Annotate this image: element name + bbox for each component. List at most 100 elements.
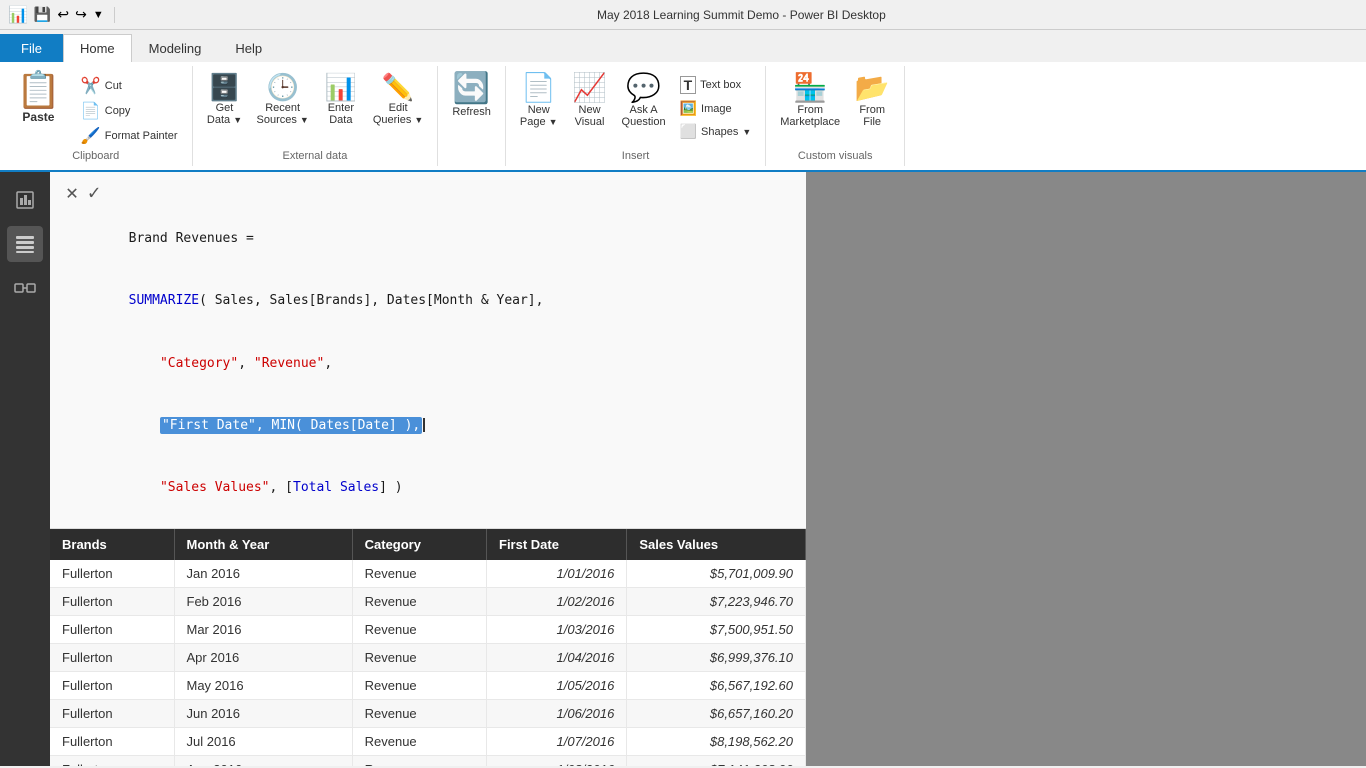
new-visual-icon: 📈 [572,74,607,102]
new-page-button[interactable]: 📄 NewPage ▼ [514,70,564,132]
undo-icon[interactable]: ↩ [57,6,69,23]
code-text-category: "Category" [160,356,238,371]
get-data-icon: 🗄️ [208,74,240,100]
edit-queries-label: EditQueries ▼ [373,102,424,126]
code-editor: ✕ ✓ Brand Revenues = SUMMARIZE( Sales, S… [50,172,806,529]
paste-button[interactable]: 📋 Paste [8,70,69,126]
text-box-button[interactable]: T Text box [674,74,758,96]
clipboard-items: 📋 Paste ✂️ Cut 📄 Copy 🖌️ Format Painter [8,66,184,148]
table-cell: Jun 2016 [174,699,352,727]
table-row: FullertonJul 2016Revenue1/07/2016$8,198,… [50,727,806,755]
table-cell: 1/03/2016 [487,615,627,643]
ribbon-group-refresh: 🔄 Refresh [438,66,506,166]
table-cell: Revenue [352,615,486,643]
table-cell: 1/01/2016 [487,560,627,588]
tab-file[interactable]: File [0,34,63,62]
text-box-icon: T [680,76,697,94]
cut-button[interactable]: ✂️ Cut [75,74,184,98]
content-area: ✕ ✓ Brand Revenues = SUMMARIZE( Sales, S… [50,172,806,766]
table-cell: $8,198,562.20 [627,727,806,755]
from-marketplace-button[interactable]: 🏪 FromMarketplace [774,70,846,132]
from-marketplace-icon: 🏪 [793,74,828,102]
table-cell: Revenue [352,560,486,588]
redo-icon[interactable]: ↪ [75,6,87,23]
from-file-label: FromFile [859,104,885,128]
image-label: Image [701,103,732,115]
code-text-brand: Brand Revenues = [129,231,254,246]
text-box-label: Text box [700,79,741,91]
code-line-2: SUMMARIZE( Sales, Sales[Brands], Dates[M… [66,270,790,332]
enter-data-icon: 📊 [325,74,357,100]
custom-visuals-items: 🏪 FromMarketplace 📂 FromFile [774,66,896,148]
ribbon-group-external-data: 🗄️ GetData ▼ 🕒 RecentSources ▼ 📊 EnterDa… [193,66,439,166]
code-text-salesvalues: "Sales Values" [160,480,270,495]
code-line-3: "Category", "Revenue", [66,333,790,395]
table-cell: Feb 2016 [174,587,352,615]
edit-queries-button[interactable]: ✏️ EditQueries ▼ [367,70,430,130]
copy-icon: 📄 [81,101,101,121]
format-painter-icon: 🖌️ [81,126,101,146]
shapes-button[interactable]: ⬜ Shapes ▼ [674,121,758,142]
table-cell: 1/05/2016 [487,671,627,699]
format-painter-label: Format Painter [105,130,178,142]
col-header-category: Category [352,529,486,560]
table-cell: Revenue [352,727,486,755]
new-visual-button[interactable]: 📈 NewVisual [566,70,614,132]
enter-data-button[interactable]: 📊 EnterData [317,70,365,130]
table-cell: $6,657,160.20 [627,699,806,727]
col-header-first-date: First Date [487,529,627,560]
code-text-revenue: "Revenue" [254,356,324,371]
table-row: FullertonFeb 2016Revenue1/02/2016$7,223,… [50,587,806,615]
from-marketplace-label: FromMarketplace [780,104,840,128]
new-visual-label: NewVisual [575,104,605,128]
refresh-icon: 🔄 [453,74,490,104]
recent-sources-icon: 🕒 [266,74,298,100]
sidebar-icon-data[interactable] [7,226,43,262]
shapes-label: Shapes [701,126,738,138]
refresh-button[interactable]: 🔄 Refresh [446,70,497,122]
copy-button[interactable]: 📄 Copy [75,99,184,123]
copy-label: Copy [105,105,131,117]
code-highlight-firstdate: "First Date", MIN( Dates[Date] ), [160,417,422,434]
get-data-button[interactable]: 🗄️ GetData ▼ [201,70,249,130]
col-header-sales-values: Sales Values [627,529,806,560]
ribbon-group-custom-visuals: 🏪 FromMarketplace 📂 FromFile Custom visu… [766,66,905,166]
insert-items: 📄 NewPage ▼ 📈 NewVisual 💬 Ask AQuestion … [514,66,757,148]
table-cell: Revenue [352,699,486,727]
sidebar [0,172,50,766]
clipboard-group-label: Clipboard [72,148,119,166]
right-panel [806,172,1366,766]
table-cell: $7,500,951.50 [627,615,806,643]
table-cell: Jul 2016 [174,727,352,755]
sidebar-icon-relationships[interactable] [7,270,43,306]
customize-icon[interactable]: ▼ [93,9,104,21]
code-text-paren1: ( Sales, Sales[Brands], Dates[Month & Ye… [199,293,543,308]
from-file-button[interactable]: 📂 FromFile [848,70,896,132]
tab-modeling[interactable]: Modeling [132,34,219,62]
format-painter-button[interactable]: 🖌️ Format Painter [75,124,184,148]
tab-help[interactable]: Help [218,34,279,62]
shapes-icon: ⬜ [680,123,697,140]
table-cell: Revenue [352,643,486,671]
formula-cancel-button[interactable]: ✕ [66,180,78,204]
table-cell: Fullerton [50,727,174,755]
code-line-5: "Sales Values", [Total Sales] ) [66,458,790,520]
table-cell: $7,141,308.90 [627,755,806,766]
formula-confirm-button[interactable]: ✓ [88,180,100,204]
table-cell: $7,223,946.70 [627,587,806,615]
edit-queries-icon: ✏️ [382,74,414,100]
table-cell: Fullerton [50,755,174,766]
table-cell: Fullerton [50,643,174,671]
table-cell: Revenue [352,587,486,615]
sidebar-icon-report[interactable] [7,182,43,218]
ribbon-group-insert: 📄 NewPage ▼ 📈 NewVisual 💬 Ask AQuestion … [506,66,766,166]
title-bar: 📊 💾 ↩ ↪ ▼ May 2018 Learning Summit Demo … [0,0,1366,30]
table-row: FullertonJan 2016Revenue1/01/2016$5,701,… [50,560,806,588]
image-button[interactable]: 🖼️ Image [674,98,758,119]
code-text-summarize: SUMMARIZE [129,293,199,308]
recent-sources-button[interactable]: 🕒 RecentSources ▼ [251,70,315,130]
save-icon[interactable]: 💾 [34,6,51,23]
cursor [423,418,425,432]
ask-question-button[interactable]: 💬 Ask AQuestion [616,70,672,132]
tab-home[interactable]: Home [63,34,132,62]
